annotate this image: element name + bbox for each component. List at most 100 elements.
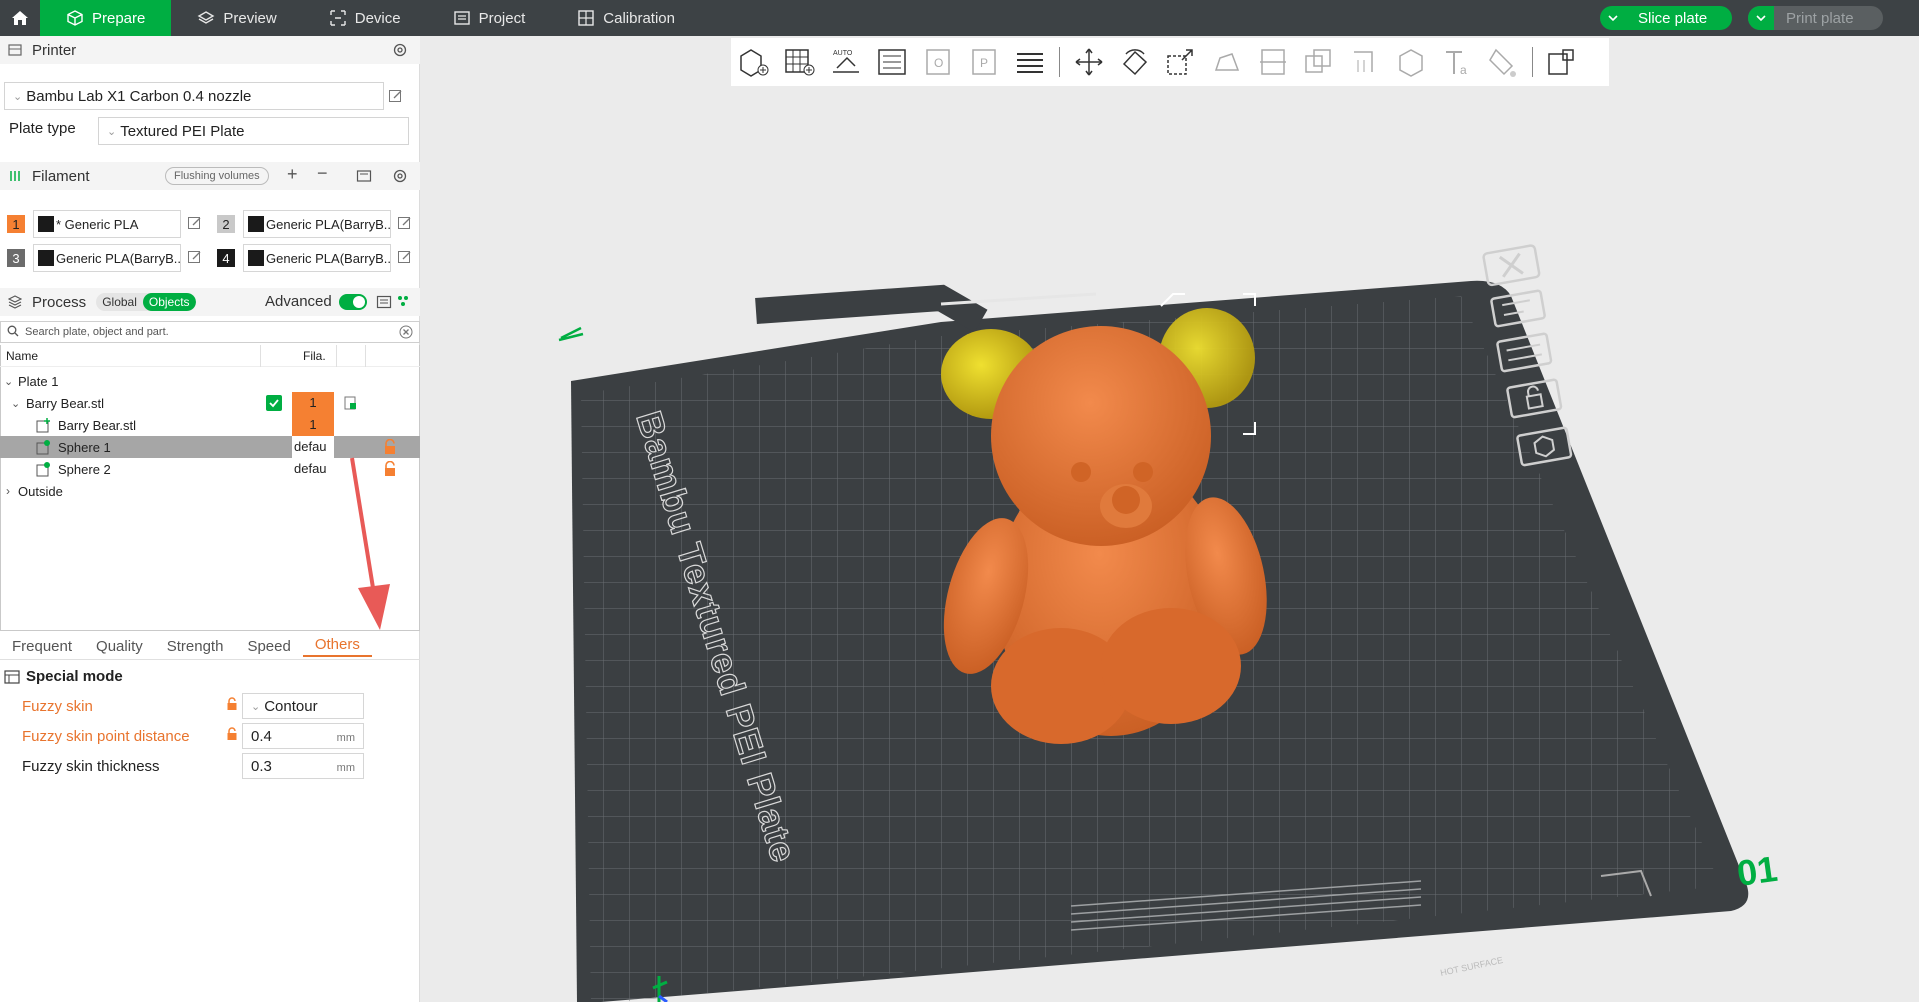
seam-painting-icon[interactable]	[1394, 45, 1428, 79]
thickness-input[interactable]: 0.3 mm	[242, 753, 364, 779]
printer-select[interactable]: ⌄ Bambu Lab X1 Carbon 0.4 nozzle	[4, 82, 384, 110]
fuzzy-skin-label: Fuzzy skin	[22, 697, 93, 715]
close-icon[interactable]	[1482, 244, 1541, 287]
scale-icon[interactable]	[1164, 45, 1198, 79]
filament-select-1[interactable]: * Generic PLA	[33, 210, 181, 238]
home-icon[interactable]	[0, 0, 40, 36]
object-tree-header: Name Fila.	[0, 344, 420, 367]
part-filament-badge[interactable]: 1	[292, 414, 334, 436]
object-filament-badge[interactable]: 1	[292, 392, 334, 414]
layers-editing-icon[interactable]	[1013, 45, 1047, 79]
tab-strength[interactable]: Strength	[155, 638, 236, 655]
project-icon	[453, 11, 470, 25]
add-object-icon[interactable]	[737, 45, 771, 79]
tab-prepare[interactable]: Prepare	[40, 0, 172, 36]
tree-row-part[interactable]: Barry Bear.stl 1	[0, 414, 420, 436]
move-icon[interactable]	[1072, 45, 1106, 79]
advanced-toggle[interactable]	[339, 294, 367, 310]
slice-plate-button[interactable]: Slice plate	[1600, 6, 1732, 30]
add-filament-icon[interactable]: +	[287, 164, 298, 185]
tab-others[interactable]: Others	[302, 636, 372, 657]
chevron-down-icon[interactable]: ⌄	[4, 375, 13, 388]
auto-orient-icon[interactable]: AUTO	[829, 45, 863, 79]
process-compare-icon[interactable]	[376, 294, 392, 314]
lock-icon[interactable]	[226, 697, 238, 715]
flushing-volumes-button[interactable]: Flushing volumes	[165, 167, 269, 185]
top-menu-bar: Prepare Preview Device Project Calibrati…	[0, 0, 1919, 36]
sphere-1-filament[interactable]: defau	[292, 436, 334, 458]
tab-calibration[interactable]: Calibration	[551, 0, 701, 36]
edit-icon[interactable]	[397, 215, 413, 234]
process-extra-icon[interactable]	[396, 294, 410, 312]
chevron-down-icon: ⌄	[13, 90, 23, 103]
gear-icon[interactable]	[392, 42, 408, 62]
remove-filament-icon[interactable]: −	[317, 163, 328, 184]
split-objects-icon[interactable]: O	[921, 45, 955, 79]
printer-title: Printer	[32, 41, 77, 59]
rotate-icon[interactable]	[1118, 45, 1152, 79]
settings-object-icon[interactable]	[344, 396, 358, 413]
object-search-bar[interactable]: Search plate, object and part.	[0, 321, 420, 343]
add-plate-icon[interactable]	[783, 45, 817, 79]
print-plate-button[interactable]: Print plate	[1748, 6, 1883, 30]
checkbox-icon[interactable]	[266, 395, 282, 411]
tab-frequent[interactable]: Frequent	[0, 638, 84, 655]
fuzzy-skin-select[interactable]: ⌄ Contour	[242, 693, 364, 719]
part-icon	[36, 417, 52, 436]
filament-select-2[interactable]: Generic PLA(BarryB...	[243, 210, 391, 238]
search-input[interactable]: Search plate, object and part.	[25, 326, 169, 338]
edit-icon[interactable]	[388, 88, 404, 107]
3d-viewport[interactable]: Bambu Textured PEI Plate 01 HOT SURFACE	[421, 36, 1919, 1002]
edit-icon[interactable]	[187, 249, 203, 268]
global-objects-toggle[interactable]: Global Objects	[96, 293, 196, 311]
tree-row-plate[interactable]: ⌄ Plate 1	[0, 370, 420, 392]
chevron-down-icon[interactable]	[1748, 6, 1774, 30]
sphere-2-filament[interactable]: defau	[292, 458, 334, 480]
edit-icon[interactable]	[187, 215, 203, 234]
sphere-2-label: Sphere 2	[58, 461, 111, 477]
filament-select-3[interactable]: Generic PLA(BarryB...	[33, 244, 181, 272]
filament-item-1[interactable]: 1 * Generic PLA	[7, 210, 203, 238]
arrange-all-icon[interactable]	[875, 45, 909, 79]
color-painting-icon[interactable]	[1486, 45, 1520, 79]
chevron-right-icon[interactable]: ›	[6, 484, 10, 498]
tab-device[interactable]: Device	[303, 0, 427, 36]
tab-project-label: Project	[478, 9, 526, 27]
pen-icon[interactable]	[558, 326, 584, 342]
tree-row-object[interactable]: ⌄ Barry Bear.stl 1	[0, 392, 420, 414]
filament-select-4[interactable]: Generic PLA(BarryB...	[243, 244, 391, 272]
tab-project[interactable]: Project	[427, 0, 552, 36]
tab-preview[interactable]: Preview	[171, 0, 302, 36]
clear-search-icon[interactable]	[399, 325, 413, 342]
filament-item-3[interactable]: 3 Generic PLA(BarryB...	[7, 244, 203, 272]
calibration-icon	[578, 10, 594, 26]
chevron-down-icon[interactable]	[1600, 6, 1626, 30]
support-painting-icon[interactable]	[1348, 45, 1382, 79]
split-parts-icon[interactable]: P	[967, 45, 1001, 79]
global-toggle-option[interactable]: Global	[96, 293, 143, 311]
edit-icon[interactable]	[397, 249, 413, 268]
chevron-down-icon: ⌄	[251, 700, 261, 713]
fuzzy-skin-point-distance-row: Fuzzy skin point distance 0.4 mm	[0, 723, 420, 749]
filament-item-4[interactable]: 4 Generic PLA(BarryB...	[217, 244, 413, 272]
plate-type-select[interactable]: ⌄ Textured PEI Plate	[98, 117, 409, 145]
tab-speed[interactable]: Speed	[235, 638, 302, 655]
toolbar-divider	[1059, 47, 1060, 77]
lay-on-face-icon[interactable]	[1210, 45, 1244, 79]
filament-sync-icon[interactable]	[356, 168, 372, 188]
color-swatch	[38, 216, 54, 232]
boolean-icon[interactable]	[1302, 45, 1336, 79]
modifier-icon	[36, 461, 52, 480]
objects-toggle-option[interactable]: Objects	[142, 293, 196, 311]
text-icon[interactable]: a	[1440, 45, 1474, 79]
cut-icon[interactable]	[1256, 45, 1290, 79]
gear-icon[interactable]	[392, 168, 408, 188]
sphere-1-label: Sphere 1	[58, 439, 111, 455]
tab-quality[interactable]: Quality	[84, 638, 155, 655]
assembly-view-icon[interactable]	[1545, 45, 1579, 79]
point-distance-input[interactable]: 0.4 mm	[242, 723, 364, 749]
chevron-down-icon[interactable]: ⌄	[11, 397, 20, 410]
filament-item-2[interactable]: 2 Generic PLA(BarryB...	[217, 210, 413, 238]
lock-icon[interactable]	[226, 727, 238, 745]
tab-prepare-label: Prepare	[92, 9, 146, 27]
